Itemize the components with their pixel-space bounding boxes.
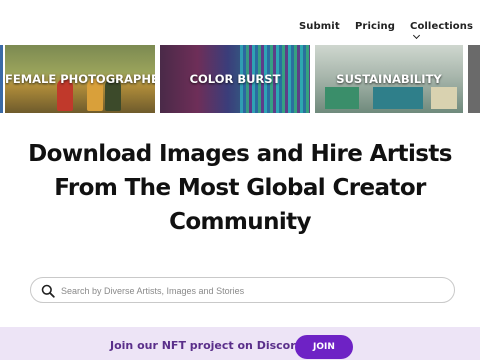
- tile-image-sign: [431, 87, 457, 109]
- collection-tile-partial-right[interactable]: [468, 45, 480, 113]
- nav-pricing-link[interactable]: Pricing: [355, 21, 395, 32]
- banner-text: Join our NFT project on Discord: [110, 339, 304, 352]
- collection-tile-sustainability[interactable]: SUSTAINABILITY: [315, 45, 463, 113]
- collection-tile-label: FEMALE PHOTOGRAPHERS: [5, 72, 155, 86]
- chevron-down-icon: [412, 31, 421, 40]
- join-button[interactable]: JOIN: [295, 335, 353, 359]
- nav-collections-dropdown[interactable]: Collections: [410, 21, 480, 43]
- hero-headline-line: From The Most Global Creator: [54, 175, 426, 201]
- nav-collections-label: Collections: [410, 21, 474, 32]
- search-input[interactable]: [61, 284, 441, 298]
- tile-image-sign: [325, 87, 359, 109]
- collection-tile-label: COLOR BURST: [189, 72, 281, 86]
- collection-tile-female-photographers[interactable]: FEMALE PHOTOGRAPHERS: [5, 45, 155, 113]
- collections-carousel: FEMALE PHOTOGRAPHERS COLOR BURST SUSTAIN…: [0, 45, 480, 113]
- search-bar[interactable]: [30, 277, 455, 303]
- hero-headline-line: Download Images and Hire Artists: [28, 141, 452, 167]
- hero-headline-line: Community: [169, 209, 311, 235]
- collection-tile-label: SUSTAINABILITY: [336, 72, 442, 86]
- collection-tile-partial-left[interactable]: [0, 45, 3, 113]
- collection-tile-color-burst[interactable]: COLOR BURST: [160, 45, 310, 113]
- top-navigation: Submit Pricing Collections: [0, 0, 480, 46]
- tile-image-sign: [373, 87, 423, 109]
- hero-headline: Download Images and Hire Artists From Th…: [0, 137, 480, 239]
- discord-banner: Join our NFT project on Discord: [0, 327, 480, 360]
- nav-submit-link[interactable]: Submit: [299, 21, 340, 32]
- search-icon: [41, 284, 55, 298]
